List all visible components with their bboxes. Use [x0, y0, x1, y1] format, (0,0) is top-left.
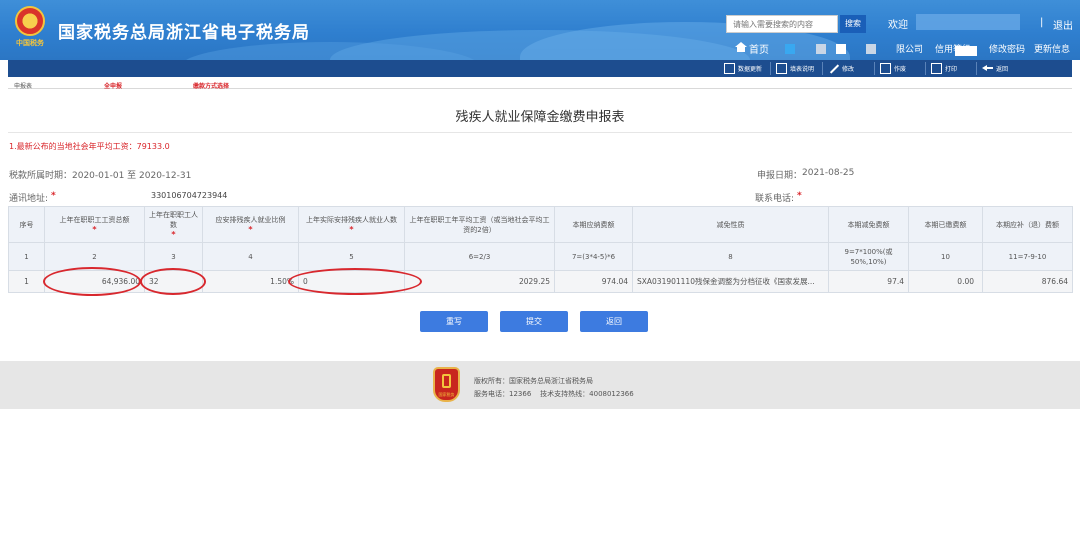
report-date-label: 申报日期： [757, 171, 803, 181]
pencil-icon [828, 63, 839, 74]
formula-cell: 3 [144, 242, 203, 271]
column-header: 上年在职职工年平均工资（或当地社会平均工资的2倍） [404, 206, 555, 243]
column-header: 上年在职职工工资总额 * [44, 206, 145, 243]
formula-row: 1 2 3 4 5 6=2/3 7=(3*4-5)*6 8 9=7*100%(或… [8, 242, 1073, 271]
required-mark: * [51, 191, 56, 201]
form-toolbar: 数据更新 填表说明 修改 作废 打印 返回 [8, 60, 1072, 77]
formula-cell: 1 [8, 242, 45, 271]
formula-cell: 11=7-9-10 [982, 242, 1073, 271]
formula-cell: 4 [202, 242, 299, 271]
void-button[interactable]: 作废 [880, 61, 906, 76]
back-label: 返回 [996, 66, 1009, 73]
column-header: 上年实际安排残疾人就业人数 * [298, 206, 405, 243]
print-label: 打印 [945, 66, 958, 73]
formula-cell: 7=(3*4-5)*6 [554, 242, 633, 271]
redacted-block [955, 46, 977, 56]
report-date-value: 2021-08-25 [802, 168, 855, 178]
back-arrow-icon [982, 63, 993, 74]
row-index: 1 [8, 270, 45, 293]
formula-cell: 9=7*100%(或50%,10%) [828, 242, 909, 271]
column-header: 本期减免费额 [828, 206, 909, 243]
edit-button[interactable]: 修改 [828, 61, 854, 76]
emblem-icon [15, 6, 45, 36]
tab-full-declaration[interactable]: 全申报 [104, 81, 122, 90]
redacted-block [836, 44, 846, 54]
annotation-oval [43, 267, 141, 296]
average-wage-cell: 2029.25 [404, 270, 555, 293]
column-header: 序号 [8, 206, 45, 243]
address-label: 通讯地址: [9, 194, 49, 204]
data-update-button[interactable]: 数据更新 [724, 61, 762, 76]
tax-shield-logo: 国家税务 [433, 367, 460, 402]
fill-instructions-button[interactable]: 填表说明 [776, 61, 814, 76]
reduction-type-select[interactable]: SXA031901110残保金调整为分档征收《国家发展... [632, 270, 829, 293]
update-info-link[interactable]: 更新信息 [1034, 42, 1070, 55]
logo-caption: 国家税务 [438, 392, 455, 397]
formula-cell: 10 [908, 242, 983, 271]
emblem-caption: 中国税务 [16, 39, 44, 47]
home-icon[interactable] [735, 42, 747, 52]
formula-cell: 5 [298, 242, 405, 271]
column-header: 减免性质 [632, 206, 829, 243]
disabled-ratio-cell: 1.50% [202, 270, 299, 293]
back-toolbar-button[interactable]: 返回 [982, 61, 1008, 76]
fill-instructions-label: 填表说明 [790, 66, 815, 73]
wage-notice: 1.最新公布的当地社会年平均工资：79133.0 [9, 142, 170, 151]
void-label: 作废 [894, 66, 907, 73]
print-button[interactable]: 打印 [931, 61, 957, 76]
phone-label: 联系电话: [755, 194, 795, 204]
copyright-text: 版权所有：国家税务总局浙江省税务局 [474, 377, 593, 385]
annotation-oval [288, 268, 422, 295]
document-icon [776, 63, 787, 74]
period-value: 2020-01-01 至 2020-12-31 [72, 171, 192, 181]
step-tabs: 申报表 全申报 缴款方式选择 [8, 77, 1072, 90]
search-input[interactable] [726, 15, 838, 33]
data-update-label: 数据更新 [738, 66, 763, 73]
redacted-block [816, 44, 826, 54]
printer-icon [931, 63, 942, 74]
page-title: 残疾人就业保障金缴费申报表 [455, 110, 625, 125]
annotation-oval [140, 268, 206, 295]
submit-button[interactable]: 提交 [500, 311, 568, 332]
tab-payment-method[interactable]: 缴款方式选择 [193, 81, 229, 90]
column-header: 本期应补（退）费额 [982, 206, 1073, 243]
column-header: 应安排残疾人就业比例 * [202, 206, 299, 243]
redacted-block [866, 44, 876, 54]
welcome-text: 欢迎 [888, 20, 908, 31]
service-hotline: 服务电话：12366 技术支持热线：4008012366 [474, 390, 634, 398]
reduction-amount-cell: 97.4 [828, 270, 909, 293]
column-header: 本期已缴费额 [908, 206, 983, 243]
paid-amount-input[interactable]: 0.00 [908, 270, 983, 293]
change-password-link[interactable]: 修改密码 [989, 42, 1025, 55]
tax-emblem-logo: 中国税务 [12, 6, 48, 50]
tab-declaration-form[interactable]: 申报表 [14, 81, 32, 90]
company-name: 限公司 [896, 45, 924, 55]
site-title: 国家税务总局浙江省电子税务局 [58, 23, 310, 43]
back-button[interactable]: 返回 [580, 311, 648, 332]
header-separator: | [1040, 17, 1044, 28]
address-value: 330106704723944 [151, 191, 228, 200]
search-button[interactable]: 搜索 [840, 15, 866, 33]
column-header: 上年在职职工人数 * [144, 206, 203, 243]
redacted-username [916, 14, 1020, 30]
logout-link[interactable]: 退出 [1053, 17, 1073, 32]
void-document-icon [880, 63, 891, 74]
period-label: 税款所属时期： [9, 171, 73, 181]
divider [8, 132, 1072, 133]
table-header-row: 序号 上年在职职工工资总额 * 上年在职职工人数 * 应安排残疾人就业比例 * 上年实… [8, 206, 1073, 243]
balance-amount-cell: 876.64 [982, 270, 1073, 293]
formula-cell: 6=2/3 [404, 242, 555, 271]
column-header: 本期应纳费额 [554, 206, 633, 243]
formula-cell: 8 [632, 242, 829, 271]
required-mark: * [797, 191, 802, 201]
payable-amount-cell: 974.04 [554, 270, 633, 293]
reset-button[interactable]: 重写 [420, 311, 488, 332]
edit-label: 修改 [842, 66, 855, 73]
home-link[interactable]: 首页 [749, 41, 769, 56]
redacted-block [785, 44, 795, 54]
refresh-icon [724, 63, 735, 74]
